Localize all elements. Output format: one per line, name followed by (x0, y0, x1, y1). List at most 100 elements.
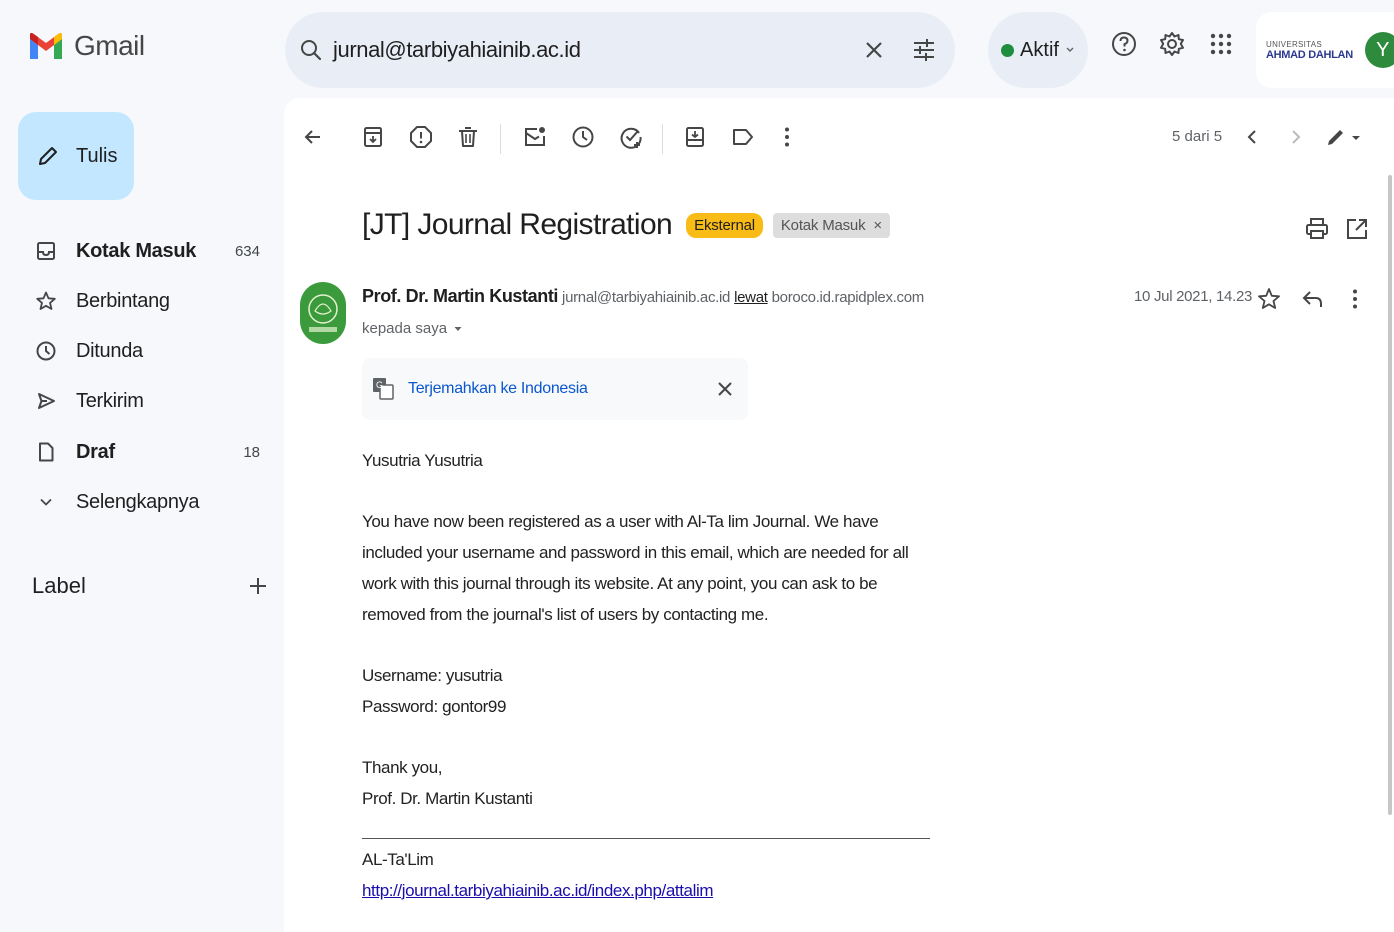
subject-line: [JT] Journal Registration Eksternal Kota… (362, 208, 890, 242)
mark-unread-icon[interactable] (522, 124, 548, 150)
clock-icon (36, 341, 56, 361)
org-logo: UNIVERSITAS AHMAD DAHLAN (1266, 40, 1353, 61)
snooze-icon[interactable] (570, 124, 596, 150)
signature-divider (362, 838, 930, 839)
inbox-icon (37, 242, 55, 260)
sidebar-item-label: Ditunda (76, 339, 143, 362)
report-spam-icon[interactable] (408, 124, 434, 150)
close-icon[interactable] (863, 39, 885, 61)
sender-email: jurnal@tarbiyahiainib.ac.id (562, 289, 731, 306)
apps-grid-icon[interactable] (1207, 30, 1235, 58)
sidebar-item-starred[interactable]: Berbintang (18, 281, 278, 321)
account-switcher[interactable]: UNIVERSITAS AHMAD DAHLAN Y (1256, 12, 1394, 88)
star-icon[interactable] (1256, 286, 1282, 312)
delete-icon[interactable] (455, 124, 481, 150)
thanks-line: Thank you, (362, 758, 443, 777)
external-badge[interactable]: Eksternal (686, 212, 763, 238)
inbox-label-chip[interactable]: Kotak Masuk × (772, 212, 890, 238)
search-input[interactable]: jurnal@tarbiyahiainib.ac.id (333, 37, 847, 63)
pager-count: 5 dari 5 (1172, 128, 1223, 145)
sidebar-item-drafts[interactable]: Draf 18 (18, 432, 278, 472)
toolbar-separator (500, 124, 501, 154)
translate-link[interactable]: Terjemahkan ke Indonesia (408, 380, 716, 398)
sender-avatar[interactable] (300, 282, 346, 344)
sidebar-item-more[interactable]: Selengkapnya (18, 482, 278, 522)
older-chevron-icon[interactable] (1284, 124, 1308, 150)
move-to-icon[interactable] (682, 124, 708, 150)
sidebar-item-label: Draf (76, 440, 115, 463)
toolbar-separator (662, 124, 663, 154)
more-vertical-icon[interactable] (774, 124, 800, 150)
org-line2: AHMAD DAHLAN (1266, 48, 1353, 61)
avatar[interactable]: Y (1364, 32, 1394, 68)
footer-org: AL-Ta'Lim (362, 850, 434, 869)
translate-bar: G Terjemahkan ke Indonesia (362, 358, 748, 420)
plus-icon[interactable] (248, 576, 268, 596)
sender-line: Prof. Dr. Martin Kustanti jurnal@tarbiya… (362, 286, 924, 307)
paragraph-line: work with this journal through its websi… (362, 574, 878, 593)
back-arrow-icon[interactable] (300, 124, 326, 150)
open-new-window-icon[interactable] (1344, 216, 1370, 242)
labels-section: Label (32, 566, 268, 606)
input-tools-icon[interactable] (1324, 124, 1364, 150)
remove-label-icon[interactable]: × (873, 217, 882, 234)
paragraph-line: included your username and password in t… (362, 543, 909, 562)
sidebar-item-sent[interactable]: Terkirim (18, 381, 278, 421)
scrollbar[interactable] (1388, 175, 1392, 815)
sidebar-item-count: 18 (243, 443, 260, 461)
gmail-m-icon (30, 33, 62, 59)
via-link[interactable]: lewat (734, 289, 768, 306)
reply-icon[interactable] (1300, 286, 1326, 312)
inbox-label-text: Kotak Masuk (780, 216, 866, 234)
caret-down-icon (454, 326, 462, 331)
email-paragraph: You have now been registered as a user w… (362, 506, 909, 630)
label-icon[interactable] (730, 124, 756, 150)
compose-label: Tulis (76, 144, 118, 167)
svg-text:G: G (376, 380, 383, 390)
signature-line: Prof. Dr. Martin Kustanti (362, 789, 533, 808)
status-label: Aktif (1020, 38, 1059, 61)
password-line: Password: gontor99 (362, 697, 506, 716)
search-options-icon[interactable] (911, 37, 937, 63)
username-line: Username: yusutria (362, 666, 503, 685)
sidebar-item-snoozed[interactable]: Ditunda (18, 331, 278, 371)
sidebar-item-inbox[interactable]: Kotak Masuk 634 (18, 231, 278, 271)
help-icon[interactable] (1110, 30, 1138, 58)
sidebar-item-count: 634 (234, 242, 260, 260)
footer: AL-Ta'Lim http://journal.tarbiyahiainib.… (362, 844, 714, 906)
email-date: 10 Jul 2021, 14.23 (1134, 288, 1253, 305)
close-icon[interactable] (716, 380, 734, 398)
labels-heading: Label (32, 573, 86, 598)
gear-icon[interactable] (1158, 30, 1186, 58)
sign-off: Thank you, Prof. Dr. Martin Kustanti (362, 752, 533, 814)
search-icon[interactable] (299, 38, 323, 62)
sidebar-item-label: Terkirim (76, 389, 144, 412)
compose-button[interactable]: Tulis (18, 112, 134, 200)
sender-seal-icon (308, 294, 338, 332)
search-bar[interactable]: jurnal@tarbiyahiainib.ac.id (285, 12, 955, 88)
more-vertical-icon[interactable] (1342, 286, 1368, 312)
newer-chevron-icon[interactable] (1240, 124, 1264, 150)
gmail-logo[interactable]: Gmail (28, 30, 145, 62)
chevron-down-icon (1066, 47, 1074, 52)
credentials: Username: yusutria Password: gontor99 (362, 660, 506, 722)
sender-name[interactable]: Prof. Dr. Martin Kustanti (362, 286, 558, 307)
via-domain: boroco.id.rapidplex.com (771, 289, 925, 306)
recipient-dropdown[interactable]: kepada saya (362, 320, 463, 337)
journal-link[interactable]: http://journal.tarbiyahiainib.ac.id/inde… (362, 875, 714, 906)
status-dot-icon (1001, 43, 1015, 57)
chevron-down-icon (40, 498, 52, 506)
recipient-label: kepada saya (362, 320, 448, 337)
star-icon (36, 291, 56, 310)
pencil-icon (39, 147, 57, 165)
archive-icon[interactable] (360, 124, 386, 150)
gmail-wordmark: Gmail (74, 30, 145, 61)
paragraph-line: removed from the journal's list of users… (362, 605, 769, 624)
status-dropdown[interactable]: Aktif (988, 12, 1088, 88)
email-subject: [JT] Journal Registration (362, 208, 673, 241)
print-icon[interactable] (1304, 216, 1330, 242)
add-task-icon[interactable] (618, 124, 644, 150)
send-icon (38, 393, 55, 409)
translate-icon: G (373, 378, 394, 400)
sidebar-item-label: Berbintang (76, 289, 170, 312)
